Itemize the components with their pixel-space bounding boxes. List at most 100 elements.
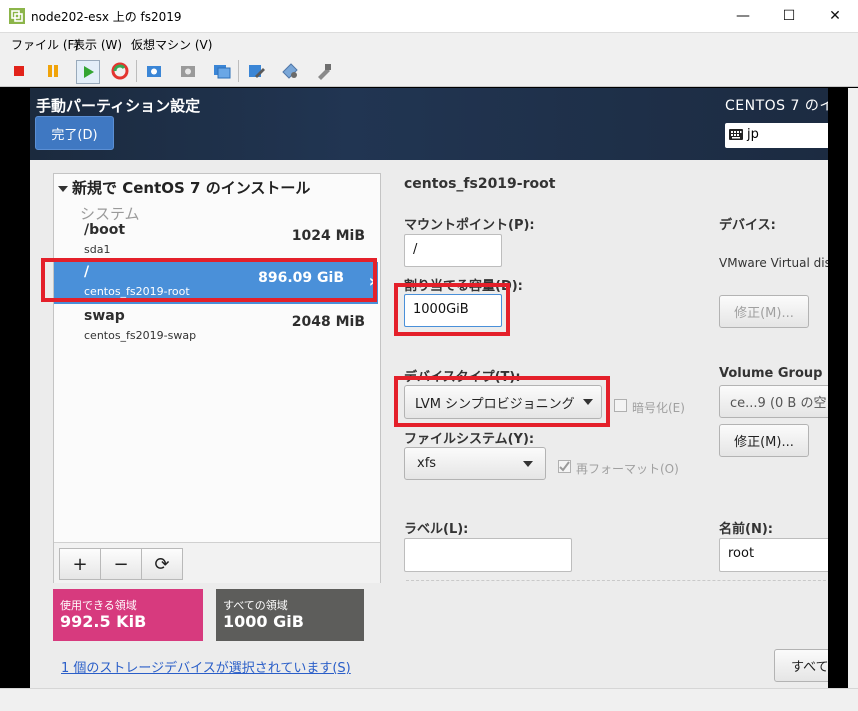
storage-devices-link[interactable]: 1 個のストレージデバイスが選択されています(S) bbox=[61, 657, 351, 676]
keyboard-icon bbox=[729, 129, 743, 140]
available-space-label: 使用できる領域 bbox=[60, 599, 137, 612]
close-icon: ✕ bbox=[829, 8, 841, 24]
remove-mount-point-button[interactable]: − bbox=[100, 548, 142, 580]
snapshot-manager-icon bbox=[214, 65, 231, 79]
product-title: CENTOS 7 のイ bbox=[725, 98, 828, 114]
page-title: 手動パーティション設定 bbox=[36, 97, 201, 115]
title-bar: node202-esx 上の fs2019 — ☐ ✕ bbox=[0, 0, 858, 33]
status-bar bbox=[0, 688, 858, 711]
mount-point-name: /boot bbox=[84, 222, 126, 238]
snapshot-revert-icon bbox=[181, 66, 195, 77]
stop-icon bbox=[14, 66, 24, 76]
mount-point-swap[interactable]: swap centos_fs2019-swap 2048 MiB bbox=[54, 306, 378, 348]
toolbar-separator bbox=[238, 60, 239, 82]
device-name: VMware Virtual disk bbox=[719, 256, 828, 270]
pause-button[interactable] bbox=[42, 60, 64, 82]
highlight-box bbox=[41, 258, 377, 302]
menu-bar: ファイル (F) 表示 (W) 仮想マシン (V) bbox=[0, 33, 858, 53]
snapshot-revert-button[interactable] bbox=[177, 60, 199, 82]
mount-point-actions: + − ⟳ bbox=[54, 542, 380, 583]
pause-icon bbox=[48, 65, 58, 77]
selected-device-title: centos_fs2019-root bbox=[404, 176, 556, 192]
mount-point-label: マウントポイント(P): bbox=[404, 218, 535, 233]
window-edge bbox=[848, 88, 858, 688]
snapshot-button[interactable] bbox=[143, 60, 165, 82]
maximize-button[interactable]: ☐ bbox=[766, 0, 812, 32]
name-input[interactable]: root bbox=[719, 538, 828, 572]
done-button[interactable]: 完了(D) bbox=[35, 116, 114, 150]
console-settings-button[interactable] bbox=[245, 60, 267, 82]
keyboard-layout-indicator[interactable]: jp bbox=[725, 123, 828, 148]
menu-view[interactable]: 表示 (W) bbox=[73, 36, 122, 53]
stop-button[interactable] bbox=[8, 60, 30, 82]
close-button[interactable]: ✕ bbox=[812, 0, 858, 32]
reset-button[interactable] bbox=[109, 60, 131, 82]
mount-point-input[interactable]: / bbox=[404, 234, 502, 267]
installer-header: 手動パーティション設定 完了(D) CENTOS 7 のイ jp bbox=[30, 88, 828, 160]
devices-button[interactable] bbox=[279, 60, 301, 82]
install-heading[interactable]: 新規で CentOS 7 のインストール bbox=[58, 177, 310, 198]
expander-icon bbox=[58, 185, 68, 192]
devices-label: デバイス: bbox=[719, 218, 776, 233]
play-button[interactable] bbox=[76, 60, 100, 84]
console-settings-icon bbox=[249, 65, 265, 78]
modify-volume-group-button[interactable]: 修正(M)... bbox=[719, 424, 809, 457]
devices-icon bbox=[282, 63, 298, 79]
volume-group-dropdown[interactable]: ce...9 (0 B の空き bbox=[719, 385, 828, 418]
installer-screen: 手動パーティション設定 完了(D) CENTOS 7 のイ jp 新規で Cen… bbox=[30, 88, 828, 688]
volume-group-label: Volume Group bbox=[719, 366, 823, 381]
highlight-box bbox=[394, 283, 510, 336]
window-title: node202-esx 上の fs2019 bbox=[31, 10, 182, 24]
volume-group-value: ce...9 (0 B の空き bbox=[730, 396, 828, 411]
file-system-value: xfs bbox=[417, 456, 437, 471]
mount-point-device: centos_fs2019-swap bbox=[84, 329, 197, 342]
available-space-value: 992.5 KiB bbox=[60, 612, 147, 631]
total-space-value: 1000 GiB bbox=[223, 612, 304, 631]
encrypt-label: 暗号化(E) bbox=[632, 401, 685, 415]
mount-point-device: sda1 bbox=[84, 243, 111, 256]
reformat-checkbox[interactable] bbox=[558, 460, 571, 473]
name-field-label: 名前(N): bbox=[719, 522, 773, 537]
reset-icon bbox=[111, 62, 129, 80]
minimize-button[interactable]: — bbox=[720, 0, 766, 32]
send-keys-icon bbox=[318, 64, 331, 80]
play-icon bbox=[84, 66, 94, 78]
total-space-box: すべての領域 1000 GiB bbox=[216, 589, 364, 641]
send-keys-button[interactable] bbox=[313, 60, 335, 82]
total-space-label: すべての領域 bbox=[223, 599, 288, 612]
reformat-label: 再フォーマット(O) bbox=[576, 462, 679, 476]
add-mount-point-button[interactable]: + bbox=[59, 548, 101, 580]
mount-point-size: 1024 MiB bbox=[291, 228, 365, 244]
vmware-app-icon bbox=[9, 8, 25, 24]
refresh-button[interactable]: ⟳ bbox=[141, 548, 183, 580]
snapshot-icon bbox=[147, 66, 161, 77]
maximize-icon: ☐ bbox=[782, 8, 796, 24]
mount-point-list-panel: 新規で CentOS 7 のインストール システム /boot sda1 102… bbox=[53, 173, 381, 583]
toolbar-separator bbox=[136, 60, 137, 82]
label-field-label: ラベル(L): bbox=[404, 522, 469, 537]
available-space-box: 使用できる領域 992.5 KiB bbox=[53, 589, 203, 641]
mount-point-boot[interactable]: /boot sda1 1024 MiB bbox=[54, 220, 378, 262]
file-system-dropdown[interactable]: xfs bbox=[404, 447, 546, 480]
install-heading-text: 新規で CentOS 7 のインストール bbox=[72, 179, 311, 197]
plus-icon: + bbox=[72, 553, 88, 575]
mount-point-size: 2048 MiB bbox=[291, 314, 365, 330]
modify-devices-button[interactable]: 修正(M)... bbox=[719, 295, 809, 328]
snapshot-manager-button[interactable] bbox=[211, 60, 233, 82]
label-input[interactable] bbox=[404, 538, 572, 572]
mount-point-name: swap bbox=[84, 308, 125, 324]
file-system-label: ファイルシステム(Y): bbox=[404, 432, 535, 447]
refresh-icon: ⟳ bbox=[154, 553, 170, 575]
minimize-icon: — bbox=[736, 8, 750, 24]
checkmark-icon bbox=[559, 461, 570, 472]
menu-vm[interactable]: 仮想マシン (V) bbox=[131, 36, 212, 53]
highlight-box bbox=[394, 376, 610, 427]
reset-all-button[interactable]: すべて bbox=[774, 649, 828, 682]
chevron-down-icon bbox=[523, 460, 533, 467]
toolbar bbox=[0, 54, 858, 87]
encrypt-checkbox[interactable] bbox=[614, 399, 627, 412]
menu-file[interactable]: ファイル (F) bbox=[11, 36, 79, 53]
divider bbox=[406, 580, 828, 581]
keyboard-layout-text: jp bbox=[747, 127, 759, 142]
minus-icon: − bbox=[113, 553, 129, 575]
